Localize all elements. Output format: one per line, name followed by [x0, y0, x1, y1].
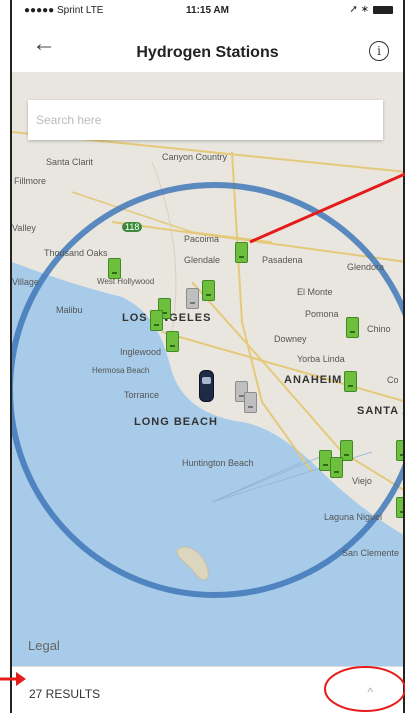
legal-link[interactable]: Legal	[28, 638, 60, 653]
results-count: 27 RESULTS	[29, 687, 101, 701]
map-label: Hermosa Beach	[92, 366, 150, 375]
clock: 11:15 AM	[186, 5, 229, 16]
map-view[interactable]: Search here Santa Clarit Canyon Country …	[12, 72, 403, 666]
map-label: Village	[12, 277, 39, 287]
current-location-car-icon	[199, 370, 214, 402]
map-label: LONG BEACH	[134, 416, 218, 428]
search-input[interactable]: Search here	[28, 100, 383, 140]
map-label: Viejo	[352, 476, 372, 486]
station-pin-grey[interactable]	[244, 392, 257, 413]
map-label: Glendora	[347, 262, 385, 272]
station-pin[interactable]	[150, 310, 163, 331]
map-label: Laguna Niguel	[324, 512, 383, 522]
location-bluetooth-icon: ➚ ∗	[349, 4, 369, 15]
status-bar: ●●●●● Sprint LTE 11:15 AM ➚ ∗	[12, 0, 403, 22]
status-icons: ➚ ∗	[349, 4, 393, 15]
station-pin[interactable]	[344, 371, 357, 392]
map-label: Pasadena	[262, 255, 303, 265]
map-label: ANAHEIM	[284, 374, 343, 386]
map-label: Torrance	[124, 390, 160, 400]
station-pin[interactable]	[166, 331, 179, 352]
phone-screen: ●●●●● Sprint LTE 11:15 AM ➚ ∗ ← Hydrogen…	[10, 0, 405, 713]
station-pin[interactable]	[330, 457, 343, 478]
station-pin[interactable]	[346, 317, 359, 338]
navigation-bar: ← Hydrogen Stations i	[12, 22, 403, 72]
map-label: El Monte	[297, 287, 333, 297]
station-pin[interactable]	[108, 258, 121, 279]
map-label: Santa Clarit	[46, 157, 94, 167]
map-label: Yorba Linda	[297, 354, 345, 364]
page-title: Hydrogen Stations	[136, 44, 279, 61]
highway-shield: 118	[122, 222, 143, 232]
map-label: San Clemente	[342, 548, 400, 558]
map-label: SANTA A	[357, 405, 403, 417]
results-bar[interactable]: 27 RESULTS ^	[12, 666, 403, 713]
map-label: Downey	[274, 334, 307, 344]
map-label: Thousand Oaks	[44, 248, 108, 258]
map-label: Pomona	[305, 309, 339, 319]
station-pin[interactable]	[202, 280, 215, 301]
map-label: Co	[387, 375, 399, 385]
map-label: Fillmore	[14, 176, 47, 186]
map-label: Glendale	[184, 255, 221, 265]
chevron-up-icon[interactable]: ^	[367, 685, 373, 699]
map-label: Pacoima	[184, 234, 220, 244]
station-pin[interactable]	[396, 497, 403, 518]
info-icon[interactable]: i	[369, 41, 389, 61]
station-pin-grey[interactable]	[186, 288, 199, 309]
map-label: Huntington Beach	[182, 458, 254, 468]
map-label: Chino	[367, 324, 391, 334]
station-pin[interactable]	[235, 242, 248, 263]
map-label: Malibu	[56, 305, 83, 315]
battery-icon	[373, 5, 393, 14]
station-pin[interactable]	[396, 440, 403, 461]
map-label: Valley	[12, 223, 36, 233]
map-label: West Hollywood	[97, 277, 155, 286]
map-label: Inglewood	[120, 347, 162, 357]
map-label: Canyon Country	[162, 152, 228, 162]
